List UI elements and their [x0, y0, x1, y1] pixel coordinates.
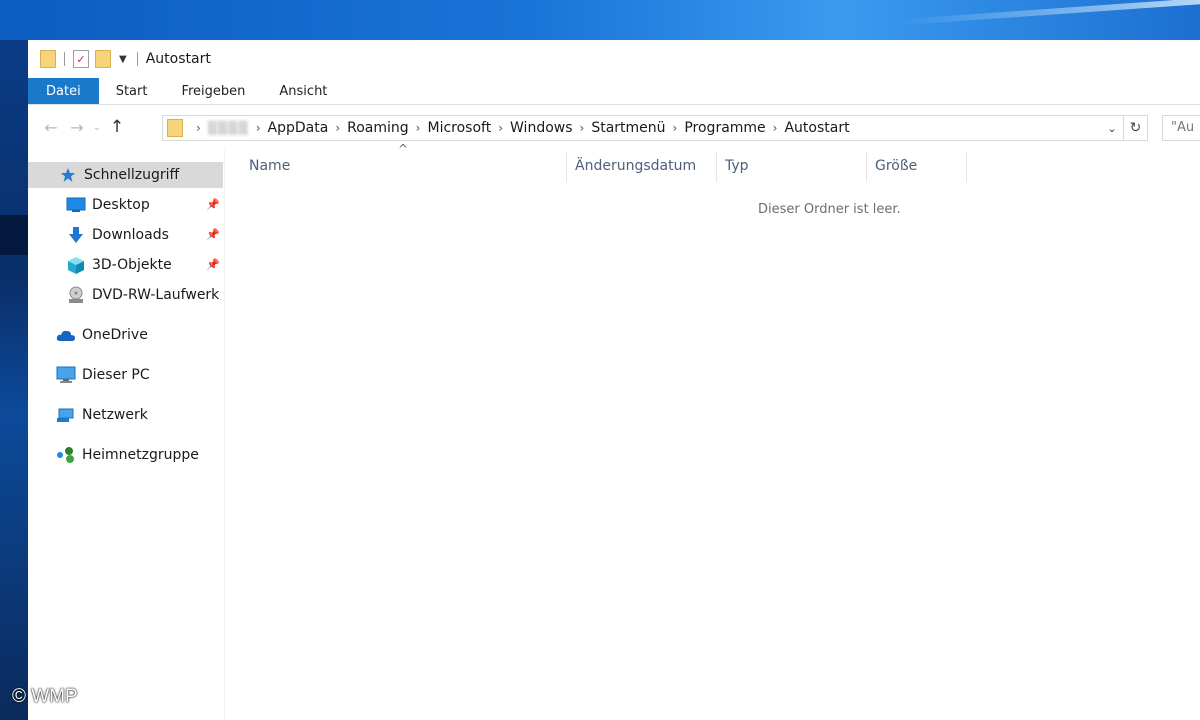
chevron-right-icon[interactable]: ›: [416, 121, 421, 135]
crumb-microsoft[interactable]: Microsoft: [427, 120, 491, 136]
sidebar-item-label: 3D-Objekte: [92, 257, 172, 273]
column-header-name[interactable]: Name: [225, 152, 565, 180]
crumb-windows[interactable]: Windows: [510, 120, 573, 136]
watermark: © WMP: [12, 686, 78, 707]
homegroup-icon: [56, 445, 76, 465]
sidebar-item-label: Heimnetzgruppe: [82, 447, 199, 463]
column-header-size[interactable]: Größe: [851, 152, 951, 180]
properties-icon[interactable]: ✓: [73, 50, 89, 68]
crumb-startmenu[interactable]: Startmenü: [591, 120, 665, 136]
sidebar-item-desktop[interactable]: Desktop: [66, 192, 150, 218]
pin-icon[interactable]: 📌: [206, 258, 220, 271]
sidebar-item-3d-objects[interactable]: 3D-Objekte: [66, 252, 172, 278]
column-divider[interactable]: [966, 152, 967, 182]
crumb-autostart[interactable]: Autostart: [784, 120, 849, 136]
pin-icon[interactable]: 📌: [206, 198, 220, 211]
address-bar[interactable]: › ▒▒▒▒ › AppData › Roaming › Microsoft ›…: [162, 115, 1148, 141]
file-list: ^ Name Änderungsdatum Typ Größe Dieser O…: [225, 142, 1200, 720]
cube-icon: [66, 255, 86, 275]
tab-datei[interactable]: Datei: [28, 78, 99, 104]
forward-arrow-icon[interactable]: →: [64, 118, 90, 137]
star-icon: [58, 165, 78, 185]
chevron-right-icon[interactable]: ›: [773, 121, 778, 135]
tab-ansicht[interactable]: Ansicht: [262, 78, 344, 104]
tab-freigeben[interactable]: Freigeben: [164, 78, 262, 104]
crumb-programme[interactable]: Programme: [684, 120, 765, 136]
sidebar-item-label: Schnellzugriff: [84, 167, 180, 183]
sidebar-item-this-pc[interactable]: Dieser PC: [56, 362, 150, 388]
recent-locations-icon[interactable]: ⌄: [90, 122, 104, 133]
empty-folder-message: Dieser Ordner ist leer.: [758, 202, 901, 217]
network-icon: [56, 405, 76, 425]
column-label: Änderungsdatum: [575, 158, 697, 174]
sidebar-item-downloads[interactable]: Downloads: [66, 222, 169, 248]
window-title: Autostart: [145, 51, 211, 67]
column-label: Größe: [875, 158, 918, 174]
sidebar-item-homegroup[interactable]: Heimnetzgruppe: [56, 442, 199, 468]
column-label: Typ: [725, 158, 749, 174]
ribbon-tabs: Datei Start Freigeben Ansicht: [28, 78, 1200, 105]
folder-icon[interactable]: [40, 50, 56, 68]
desktop-icon: [66, 195, 86, 215]
pin-icon[interactable]: 📌: [206, 228, 220, 241]
download-icon: [66, 225, 86, 245]
column-label: Name: [249, 158, 291, 174]
explorer-window: ✓ ▼ Autostart Datei Start Freigeben Ansi…: [28, 40, 1200, 720]
sidebar-item-onedrive[interactable]: OneDrive: [56, 322, 148, 348]
folder-icon: [167, 119, 183, 137]
tab-start[interactable]: Start: [99, 78, 165, 104]
navigation-pane: Schnellzugriff Desktop 📌 Downloads 📌 3D-…: [28, 150, 225, 720]
crumb-roaming[interactable]: Roaming: [347, 120, 409, 136]
crumb-appdata[interactable]: AppData: [268, 120, 329, 136]
chevron-down-icon[interactable]: ⌄: [1101, 122, 1123, 135]
chevron-right-icon[interactable]: ›: [673, 121, 678, 135]
sidebar-item-network[interactable]: Netzwerk: [56, 402, 148, 428]
new-folder-icon[interactable]: [95, 50, 111, 68]
chevron-right-icon[interactable]: ›: [196, 121, 201, 135]
column-header-type[interactable]: Typ: [701, 152, 851, 180]
chevron-right-icon[interactable]: ›: [256, 121, 261, 135]
up-arrow-icon[interactable]: ↑: [104, 117, 130, 137]
chevron-right-icon[interactable]: ›: [498, 121, 503, 135]
search-input[interactable]: "Au: [1162, 115, 1200, 141]
crumb-user[interactable]: ▒▒▒▒: [208, 121, 249, 135]
column-header-modified[interactable]: Änderungsdatum: [551, 152, 701, 180]
sidebar-item-label: OneDrive: [82, 327, 148, 343]
cloud-icon: [56, 325, 76, 345]
toolbar-separator: [136, 52, 138, 66]
wallpaper-left: [0, 40, 28, 720]
title-bar: ✓ ▼ Autostart: [28, 40, 1200, 78]
toolbar-separator: [64, 52, 65, 66]
chevron-right-icon[interactable]: ›: [335, 121, 340, 135]
back-arrow-icon[interactable]: ←: [38, 118, 64, 137]
quick-access-dropdown-icon[interactable]: ▼: [119, 54, 127, 65]
wallpaper-shadow: [0, 215, 28, 255]
computer-icon: [56, 365, 76, 385]
sidebar-item-dvd-drive[interactable]: DVD-RW-Laufwerk: [66, 282, 219, 308]
sidebar-item-label: Netzwerk: [82, 407, 148, 423]
sidebar-item-quick-access[interactable]: Schnellzugriff: [28, 162, 223, 188]
sidebar-item-label: DVD-RW-Laufwerk: [92, 287, 220, 303]
address-row: ← → ⌄ ↑ › ▒▒▒▒ › AppData › Roaming › Mic…: [28, 112, 1200, 142]
sidebar-item-label: Desktop: [92, 197, 150, 213]
sidebar-item-label: Downloads: [92, 227, 169, 243]
sidebar-item-label: Dieser PC: [82, 367, 150, 383]
refresh-icon[interactable]: ↻: [1123, 116, 1147, 140]
dvd-drive-icon: [66, 285, 86, 305]
wallpaper-top: [0, 0, 1200, 40]
chevron-right-icon[interactable]: ›: [580, 121, 585, 135]
